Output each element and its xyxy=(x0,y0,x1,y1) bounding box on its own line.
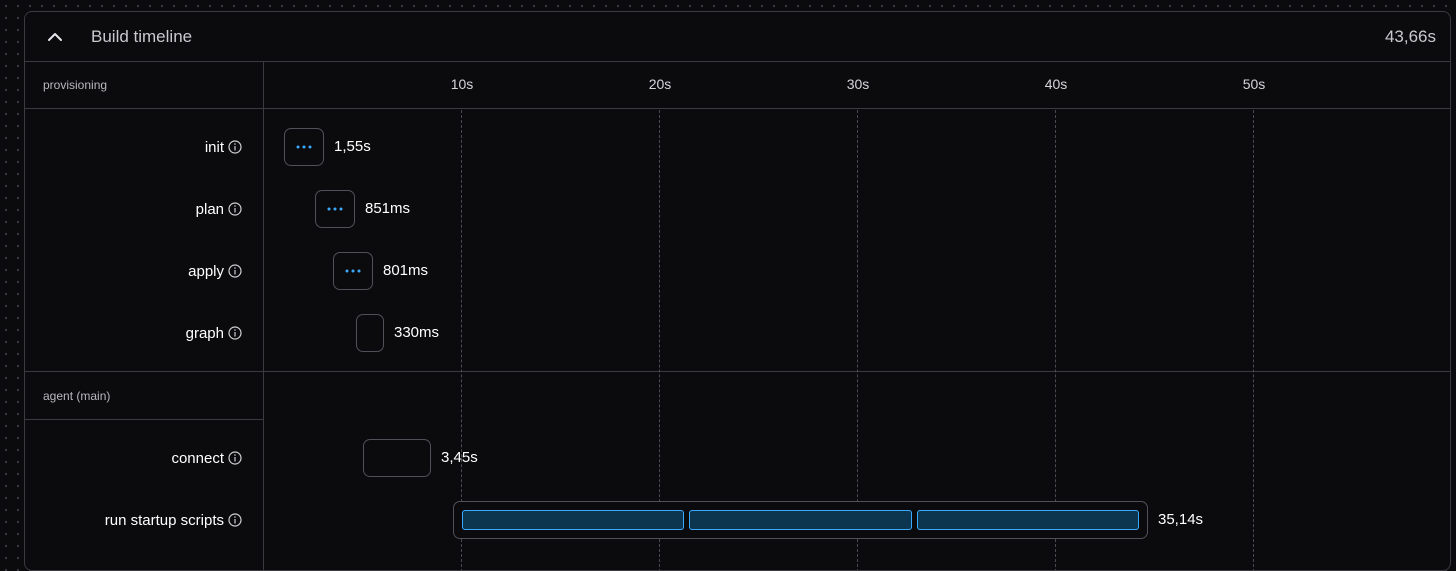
ellipsis-icon xyxy=(296,145,312,149)
group-label-provisioning: provisioning xyxy=(43,78,108,92)
row-label-text: apply xyxy=(188,262,224,280)
row-label-apply: apply xyxy=(188,261,242,281)
group-label-separator xyxy=(25,419,263,420)
info-icon[interactable] xyxy=(228,202,242,216)
duration-graph: 330ms xyxy=(394,324,440,341)
row-label-init: init xyxy=(205,137,242,157)
axis-tick-20s: 20s xyxy=(648,76,672,92)
info-icon[interactable] xyxy=(228,140,242,154)
timeline-bar-plan[interactable] xyxy=(315,190,355,228)
sidebar-divider xyxy=(263,62,264,570)
ellipsis-icon xyxy=(345,269,361,273)
timeline-bar-init[interactable] xyxy=(284,128,324,166)
timeline-bar-run-startup-scripts[interactable] xyxy=(453,501,1148,539)
total-duration: 43,66s xyxy=(1384,27,1436,46)
axis-tick-40s: 40s xyxy=(1044,76,1068,92)
info-icon[interactable] xyxy=(228,451,242,465)
row-label-text: graph xyxy=(185,324,224,342)
gridline xyxy=(1253,110,1254,570)
axis-tick-10s: 10s xyxy=(450,76,474,92)
duration-connect: 3,45s xyxy=(441,449,478,466)
script-segment[interactable] xyxy=(917,510,1139,530)
group-separator xyxy=(25,371,1450,372)
timeline-bar-apply[interactable] xyxy=(333,252,373,290)
timeline-title: Build timeline xyxy=(91,27,193,46)
axis-tick-50s: 50s xyxy=(1242,76,1266,92)
row-label-text: connect xyxy=(171,449,224,467)
axis-tick-30s: 30s xyxy=(846,76,870,92)
info-icon[interactable] xyxy=(228,513,242,527)
duration-plan: 851ms xyxy=(365,200,411,217)
chevron-up-icon[interactable] xyxy=(45,29,65,45)
row-label-text: init xyxy=(204,138,224,156)
row-label-plan: plan xyxy=(196,199,242,219)
row-label-run-startup-scripts: run startup scripts xyxy=(105,510,242,530)
timeline-header[interactable]: Build timeline 43,66s xyxy=(25,12,1450,62)
group-label-agent-main: agent (main) xyxy=(43,389,111,403)
info-icon[interactable] xyxy=(228,264,242,278)
row-label-connect: connect xyxy=(171,448,242,468)
ellipsis-icon xyxy=(327,207,343,211)
duration-apply: 801ms xyxy=(383,262,429,279)
duration-run-startup-scripts: 35,14s xyxy=(1158,511,1204,528)
row-label-graph: graph xyxy=(186,323,242,343)
axis-separator xyxy=(25,108,1450,109)
timeline-bar-connect[interactable] xyxy=(363,439,431,477)
script-segment[interactable] xyxy=(689,510,912,530)
script-segment[interactable] xyxy=(462,510,684,530)
build-timeline-panel: Build timeline 43,66s provisioning agent… xyxy=(24,11,1451,571)
timeline-bar-graph[interactable] xyxy=(356,314,384,352)
info-icon[interactable] xyxy=(228,326,242,340)
row-label-text: plan xyxy=(195,200,224,218)
row-label-text: run startup scripts xyxy=(104,511,224,529)
duration-init: 1,55s xyxy=(334,138,371,155)
